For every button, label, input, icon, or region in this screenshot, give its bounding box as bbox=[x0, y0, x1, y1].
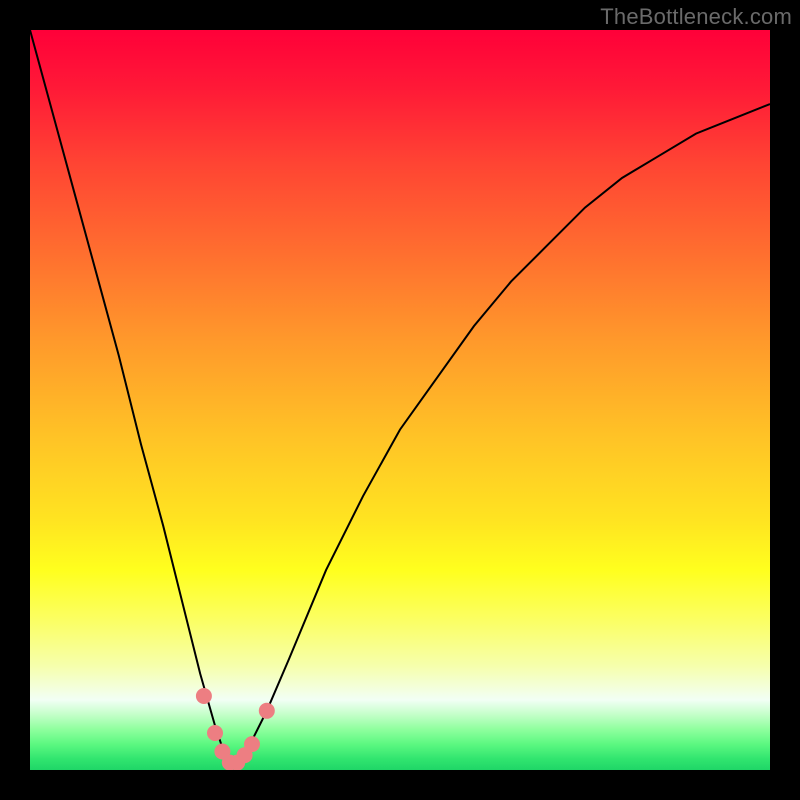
plot-area bbox=[30, 30, 770, 770]
valley-marker bbox=[196, 688, 212, 704]
valley-marker bbox=[244, 736, 260, 752]
chart-frame: TheBottleneck.com bbox=[0, 0, 800, 800]
valley-markers bbox=[196, 688, 275, 770]
valley-marker bbox=[259, 703, 275, 719]
bottleneck-curve bbox=[30, 30, 770, 763]
curve-layer bbox=[30, 30, 770, 770]
valley-marker bbox=[207, 725, 223, 741]
watermark-text: TheBottleneck.com bbox=[600, 4, 792, 30]
